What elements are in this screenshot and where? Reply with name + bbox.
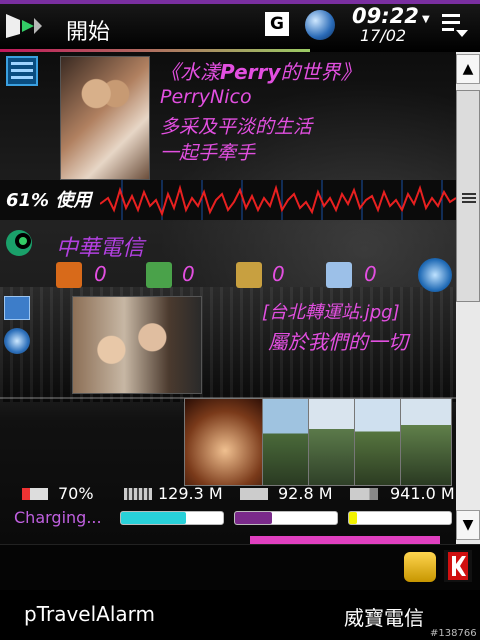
cpu-usage-text: 61% 使用 (6, 190, 92, 211)
memory-free: 129.3 M (158, 484, 223, 503)
storage-progress-bar (234, 511, 338, 525)
antivirus-icon[interactable] (444, 550, 472, 582)
storage-icon (240, 488, 268, 500)
scroll-down-button[interactable]: ▼ (456, 510, 480, 540)
memory-icon (124, 488, 152, 500)
card-progress-fill (349, 512, 358, 524)
memory-progress-bar (120, 511, 224, 525)
blog-line-3: 一起手牽手 (160, 142, 256, 164)
blog-line-1: PerryNico (160, 86, 252, 108)
email-count: 0 (364, 262, 377, 286)
thumbnail-photo[interactable] (184, 398, 266, 486)
cpu-usage-bar[interactable]: 61% 使用 (0, 180, 456, 220)
card-icon (350, 488, 378, 500)
scroll-grip-line (462, 193, 476, 195)
email-icon[interactable] (326, 262, 352, 288)
album-description: 屬於我們的一切 (268, 330, 408, 354)
album-file-name[interactable]: [台北轉運站.jpg] (262, 298, 400, 324)
wireless-icon[interactable] (418, 258, 452, 292)
clock-time[interactable]: 09:22 (352, 4, 419, 28)
mms-count: 0 (272, 262, 285, 286)
scroll-grip-line (462, 197, 476, 199)
scroll-grip-line (462, 201, 476, 203)
storage-progress-fill (235, 512, 272, 524)
scroll-thumb[interactable] (456, 90, 480, 302)
profile-photo[interactable] (60, 56, 150, 180)
thumbnail-photo[interactable] (400, 398, 452, 486)
charging-status: Charging... (14, 508, 102, 527)
lower-section-title[interactable] (18, 534, 25, 544)
cpu-usage-graph (100, 180, 456, 220)
battery-icon (22, 488, 48, 500)
thumbnail-photo[interactable] (354, 398, 404, 486)
scroll-up-button[interactable]: ▲ (456, 54, 480, 84)
card-free: 941.0 M (390, 484, 455, 503)
photo-id-label: #138766 (430, 628, 477, 639)
clock-date[interactable]: 17/02 (360, 26, 406, 45)
calendar-strip[interactable] (250, 536, 440, 544)
calendar-icon[interactable] (6, 56, 38, 86)
google-icon[interactable]: G (265, 12, 289, 36)
missed-call-count: 0 (94, 262, 107, 286)
battery-percent: 70% (58, 484, 94, 503)
album-icon[interactable] (4, 296, 30, 320)
browser-icon[interactable] (4, 328, 30, 354)
connectivity-globe-icon[interactable] (305, 10, 335, 40)
blog-title[interactable]: 《水漾Perry的世界》 (160, 56, 360, 85)
carrier-name[interactable]: 中華電信 (56, 230, 144, 262)
carrier-logo-icon[interactable] (4, 228, 34, 258)
sms-count: 0 (182, 262, 195, 286)
today-content: 《水漾Perry的世界》 PerryNico 多采及平淡的生活 一起手牽手 61… (0, 52, 456, 544)
thumbnail-photo[interactable] (308, 398, 358, 486)
clock-dropdown-icon[interactable]: ▼ (422, 14, 430, 25)
card-progress-bar (348, 511, 452, 525)
missed-call-icon[interactable] (56, 262, 82, 288)
storage-free: 92.8 M (278, 484, 333, 503)
title-bar: 開始 G 09:22 ▼ 17/02 (0, 0, 480, 52)
blog-line-2: 多采及平淡的生活 (160, 116, 313, 138)
title-text[interactable]: 開始 (66, 14, 110, 46)
mms-icon[interactable] (236, 262, 262, 288)
alarm-app-icon[interactable] (404, 552, 436, 582)
left-softkey[interactable]: pTravelAlarm (24, 602, 155, 626)
sms-icon[interactable] (146, 262, 172, 288)
vertical-scrollbar[interactable]: ▲ ▼ (456, 52, 480, 544)
menu-icon[interactable] (440, 10, 470, 40)
album-photo[interactable] (72, 296, 202, 394)
windows-start-icon[interactable] (4, 10, 44, 42)
thumbnail-photo[interactable] (262, 398, 314, 486)
memory-progress-fill (121, 512, 187, 524)
right-softkey[interactable]: 威寶電信 (344, 602, 424, 631)
